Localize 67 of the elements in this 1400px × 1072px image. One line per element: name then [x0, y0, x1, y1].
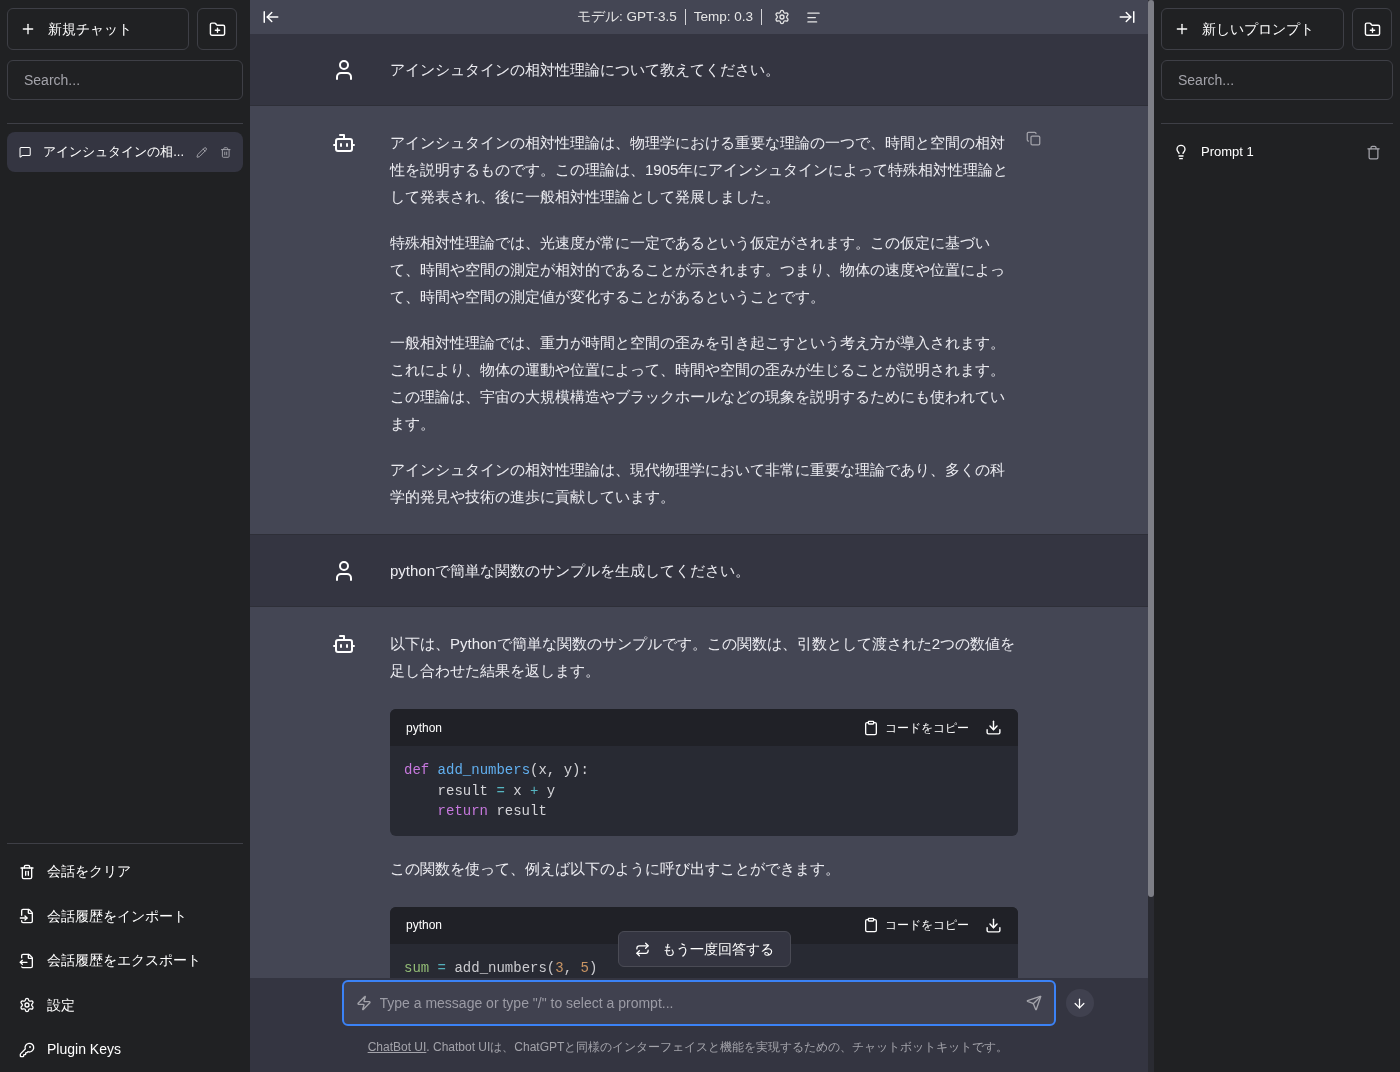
message-text: 一般相対性理論では、重力が時間と空間の歪みを引き起こすという考え方が導入されます。これにより、物体の運動や位置によって、時間や空間の歪みが生じることが説明されます。この理論は、宇宙の大規模構造やブラックホールなどの現象を説明するためにも使われています。 — [390, 333, 1006, 434]
code-language: python — [406, 719, 443, 737]
plus-icon — [1174, 21, 1190, 37]
settings-icon — [19, 997, 35, 1014]
conversation-title: アインシュタインの相... — [43, 143, 185, 162]
code-line: result = x + y — [436, 781, 557, 801]
menu-icon[interactable] — [806, 9, 822, 25]
message-text: この関数を使って、例えば以下のように呼び出すことができます。 — [390, 858, 841, 879]
sidebar-menu-item[interactable]: 会話履歴をインポート — [7, 894, 243, 939]
folder-plus-icon — [208, 20, 226, 38]
message-text: アインシュタインの相対性理論は、物理学における重要な理論の一つで、時間と空間の相対性を説明するものです。この理論は、1905年にアインシュタインによって特殊相対性理論として発表され、後に一般相対性理論として発展しました。 — [390, 133, 1010, 207]
download-icon[interactable] — [985, 719, 1002, 736]
sidebar-menu-item[interactable]: 会話履歴をエクスポート — [7, 938, 243, 983]
arrow-down-icon — [1072, 995, 1087, 1011]
prompt-item[interactable]: Prompt 1 — [1161, 132, 1393, 172]
regenerate-button[interactable]: もう一度回答する — [618, 931, 791, 967]
new-folder-button[interactable] — [1352, 8, 1392, 50]
conversation-item[interactable]: アインシュタインの相... — [7, 132, 243, 172]
copy-code-button[interactable]: コードをコピー — [863, 718, 969, 737]
temperature-label: Temp: 0.3 — [693, 7, 754, 26]
sidebar-menu-item[interactable]: 会話をクリア — [7, 849, 243, 894]
copy-icon[interactable] — [1026, 131, 1041, 146]
plus-icon — [20, 21, 36, 37]
code-line: return result — [436, 802, 548, 821]
message-field[interactable]: Type a message or type "/" to select a prompt... — [379, 992, 1018, 1014]
footer-text: ChatBot UI. Chatbot UIは、ChatGPTと同様のインターフェイスと機能を実現するための、チャットボットキットです。 — [367, 1039, 1009, 1056]
lightning-icon[interactable] — [355, 995, 372, 1011]
clipboard-icon — [863, 917, 879, 933]
chat-icon — [19, 144, 32, 160]
trash-icon[interactable] — [219, 144, 231, 160]
new-chat-button[interactable]: 新規チャット — [7, 8, 189, 50]
file-import-icon — [19, 908, 35, 925]
folder-plus-icon — [1363, 20, 1381, 38]
settings-icon[interactable] — [774, 9, 791, 25]
lightbulb-icon — [1173, 144, 1189, 160]
collapse-sidebar-icon[interactable] — [262, 8, 280, 26]
clipboard-icon — [863, 719, 879, 736]
key-icon — [19, 1041, 35, 1058]
message-text: アインシュタインの相対性理論は、現代物理学において非常に重要な理論であり、多くの科学的発見や技術の進歩に貢献しています。 — [390, 460, 1006, 507]
copy-code-button[interactable]: コードをコピー — [863, 916, 969, 934]
download-icon[interactable] — [985, 916, 1002, 934]
sidebar-menu-item[interactable]: Plugin Keys — [7, 1027, 243, 1072]
scrollbar-thumb[interactable] — [1148, 0, 1154, 897]
trash-icon[interactable] — [1366, 144, 1381, 160]
message-text: 特殊相対性理論では、光速度が常に一定であるという仮定がされます。この仮定に基づいて、時間や空間の測定が相対的であることが示されます。つまり、物体の速度や位置によって、時間や空間の測定値が変化することがあるということです。 — [390, 233, 1006, 307]
bot-avatar-icon — [332, 131, 356, 155]
new-folder-button[interactable] — [197, 8, 237, 50]
search-field[interactable]: Search... — [1161, 60, 1393, 100]
sidebar-menu-item[interactable]: 設定 — [7, 983, 243, 1028]
model-label: モデル: GPT-3.5 — [576, 7, 677, 26]
trash-icon — [19, 863, 35, 880]
message-input[interactable]: Type a message or type "/" to select a prompt... — [341, 980, 1056, 1026]
code-line: sum = add_numbers(3, 5) — [404, 958, 599, 978]
new-prompt-button[interactable]: 新しいプロンプト — [1161, 8, 1344, 50]
message-text: pythonで簡単な関数のサンプルを生成してください。 — [390, 561, 752, 581]
scroll-down-button[interactable] — [1065, 989, 1094, 1017]
code-line: def add_numbers(x, y): — [404, 761, 590, 780]
message-text: アインシュタインの相対性理論について教えてください。 — [390, 60, 781, 80]
collapse-sidebar-icon[interactable] — [1118, 8, 1136, 26]
search-field[interactable]: Search... — [7, 60, 243, 100]
send-icon[interactable] — [1025, 995, 1042, 1011]
code-language: python — [406, 917, 443, 934]
message-text: 以下は、Pythonで簡単な関数のサンプルです。この関数は、引数として渡された2つの数値を足し合わせた結果を返します。 — [390, 634, 1017, 681]
repeat-icon — [635, 941, 650, 957]
edit-icon[interactable] — [196, 144, 208, 160]
bot-avatar-icon — [332, 632, 356, 656]
file-export-icon — [19, 952, 35, 969]
